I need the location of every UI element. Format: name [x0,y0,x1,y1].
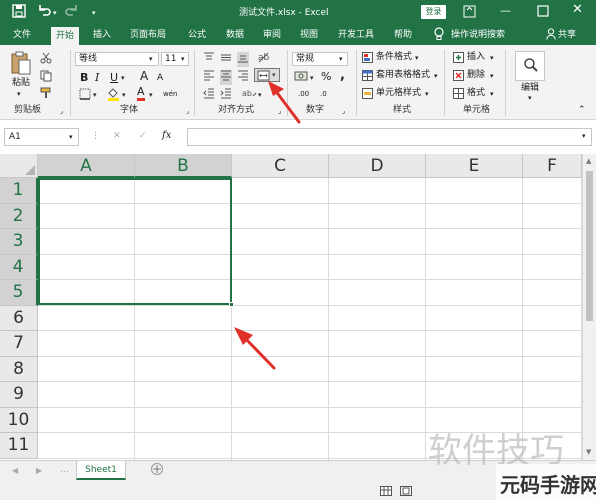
sheet-tab-label: Sheet1 [85,465,117,475]
status-bar [0,482,596,500]
sheet-tab-bar: ◀ ▶ … Sheet1 + [0,460,596,500]
normal-view-icon[interactable] [380,486,392,500]
arrow-to-selection [234,327,276,370]
arrow-to-merge-button [268,81,301,124]
annotation-arrows [234,81,301,370]
scroll-last-sheet-icon[interactable]: ▶ [36,465,42,476]
more-sheets-icon[interactable]: … [60,465,69,476]
sheet-tab[interactable]: Sheet1 [76,461,126,480]
add-sheet-button[interactable]: + [151,463,163,475]
scroll-first-sheet-icon[interactable]: ◀ [12,465,18,476]
page-layout-view-icon[interactable] [400,486,412,500]
